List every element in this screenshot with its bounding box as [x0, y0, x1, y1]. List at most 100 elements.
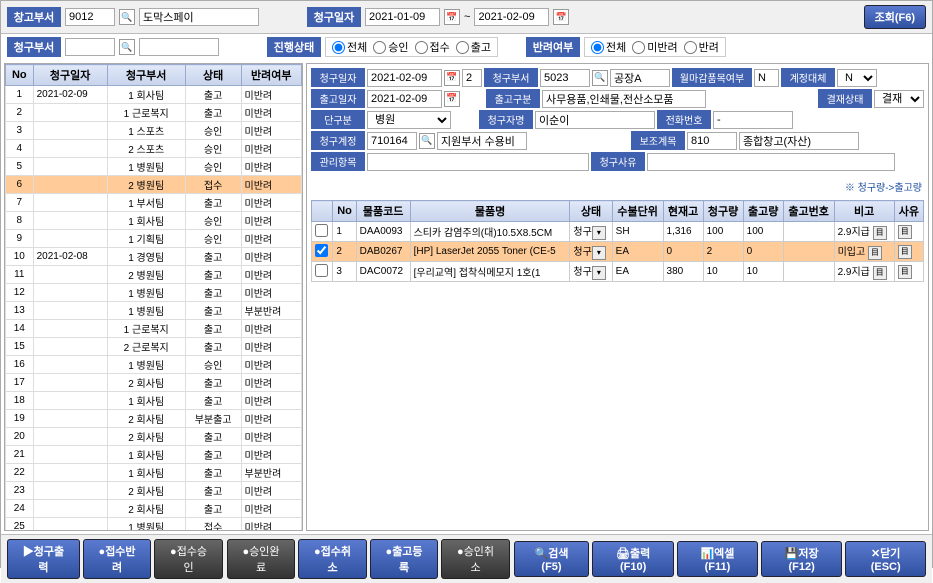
d-pay-status-sel[interactable]: 결재 [874, 90, 924, 108]
search-icon-4[interactable]: 🔍 [592, 70, 608, 86]
reason-btn-icon[interactable]: 目 [898, 265, 912, 279]
search-icon-6[interactable]: 🔍 [419, 133, 435, 149]
detail-col-header[interactable]: 물품명 [410, 201, 570, 222]
calendar-icon-5[interactable]: 📅 [444, 91, 460, 107]
table-row[interactable]: 1DAA0093스티카 감염주의(대)10.5X8.5CM청구▾SH1,3161… [312, 222, 924, 242]
reason-btn-icon[interactable]: 目 [898, 225, 912, 239]
d-phone[interactable] [713, 111, 793, 129]
left-col-header[interactable]: 반려여부 [241, 65, 301, 86]
table-row[interactable]: 141 근로복지출고미반려 [6, 320, 302, 338]
table-row[interactable]: 242 회사팀출고미반려 [6, 500, 302, 518]
table-row[interactable]: 161 병원팀승인미반려 [6, 356, 302, 374]
d-req-date[interactable] [367, 69, 442, 87]
table-row[interactable]: 21 근로복지출고미반려 [6, 104, 302, 122]
d-account-sel[interactable]: N [837, 69, 877, 87]
d-issue-type[interactable] [542, 90, 706, 108]
table-row[interactable]: 202 회사팀출고미반려 [6, 428, 302, 446]
calendar-icon-2[interactable]: 📅 [553, 9, 569, 25]
detail-col-header[interactable]: No [333, 201, 356, 222]
detail-col-header[interactable]: 상태 [570, 201, 612, 222]
remark-btn-icon[interactable]: 目 [873, 226, 887, 240]
excel-f11-button[interactable]: 📊엑셀(F11) [677, 541, 758, 577]
table-row[interactable]: 51 병원팀승인미반려 [6, 158, 302, 176]
left-col-header[interactable]: 청구일자 [33, 65, 107, 86]
issue-reg-button[interactable]: ●출고등록 [370, 539, 439, 579]
table-row[interactable]: 102021-02-081 경영팀출고미반려 [6, 248, 302, 266]
row-checkbox[interactable] [315, 264, 328, 277]
table-row[interactable]: 232 회사팀출고미반려 [6, 482, 302, 500]
detail-col-header[interactable]: 물품코드 [356, 201, 410, 222]
req-return-button[interactable]: ●접수반려 [83, 539, 152, 579]
table-row[interactable]: 131 병원팀출고부분반려 [6, 302, 302, 320]
table-row[interactable]: 3DAC0072[우리교역] 접착식메모지 1호(1청구▾EA38010102.… [312, 262, 924, 282]
calendar-icon-3[interactable]: 📅 [444, 70, 460, 86]
table-row[interactable]: 211 회사팀출고미반려 [6, 446, 302, 464]
detail-col-header[interactable]: 출고번호 [783, 201, 834, 222]
detail-col-header[interactable]: 청구량 [703, 201, 743, 222]
detail-col-header[interactable]: 사유 [894, 201, 923, 222]
remark-btn-icon[interactable]: 目 [868, 246, 882, 260]
close-esc-button[interactable]: ✕닫기(ESC) [845, 541, 926, 577]
reason-btn-icon[interactable]: 目 [898, 245, 912, 259]
left-col-header[interactable]: 청구부서 [107, 65, 185, 86]
req-dept-search-icon[interactable]: 🔍 [119, 39, 135, 55]
table-row[interactable]: 71 부서팀출고미반려 [6, 194, 302, 212]
table-row[interactable]: 62 병원팀접수미반려 [6, 176, 302, 194]
return-all-radio[interactable] [591, 41, 604, 54]
warehouse-code-input[interactable] [65, 8, 115, 26]
table-row[interactable]: 152 근로복지출고미반려 [6, 338, 302, 356]
table-row[interactable]: 121 병원팀출고미반려 [6, 284, 302, 302]
calendar-icon[interactable]: 📅 [444, 9, 460, 25]
save-f12-button[interactable]: 💾저장(F12) [761, 541, 842, 577]
detail-col-header[interactable] [312, 201, 333, 222]
table-row[interactable]: 221 회사팀출고부분반려 [6, 464, 302, 482]
table-row[interactable]: 192 회사팀부분출고미반려 [6, 410, 302, 428]
table-row[interactable]: 81 회사팀승인미반려 [6, 212, 302, 230]
d-budget-name[interactable] [437, 132, 527, 150]
d-unit-sel[interactable]: 병원 [367, 111, 451, 129]
return-yes-radio[interactable] [684, 41, 697, 54]
status-receipt-radio[interactable] [415, 41, 428, 54]
date-to-input[interactable] [474, 8, 549, 26]
date-from-input[interactable] [365, 8, 440, 26]
print-f10-button[interactable]: 🖨출력(F10) [592, 541, 674, 577]
d-budget-code[interactable] [367, 132, 417, 150]
detail-grid[interactable]: No물품코드물품명상태수불단위현재고청구량출고량출고번호비고사유1DAA0093… [311, 200, 924, 526]
search-f5-button[interactable]: 🔍검색(F5) [514, 541, 589, 577]
d-req-dept-code[interactable] [540, 69, 590, 87]
req-print-button[interactable]: ▶청구출력 [7, 539, 80, 579]
req-dept-input[interactable] [65, 38, 115, 56]
return-radio-group[interactable]: 전체 미반려 반려 [584, 37, 726, 57]
d-close-val[interactable] [754, 69, 779, 87]
row-checkbox[interactable] [315, 244, 328, 257]
remark-btn-icon[interactable]: 目 [873, 266, 887, 280]
d-req-dept-name[interactable] [610, 69, 670, 87]
table-row[interactable]: 172 회사팀출고미반려 [6, 374, 302, 392]
left-col-header[interactable]: 상태 [185, 65, 241, 86]
table-row[interactable]: 12021-02-091 회사팀출고미반려 [6, 86, 302, 104]
table-row[interactable]: 42 스포츠승인미반려 [6, 140, 302, 158]
req-dept-name-input[interactable] [139, 38, 219, 56]
status-radio-group[interactable]: 전체 승인 접수 출고 [325, 37, 498, 57]
d-req-seq[interactable] [462, 69, 482, 87]
status-btn-icon[interactable]: ▾ [592, 266, 606, 280]
row-checkbox[interactable] [315, 224, 328, 237]
return-no-radio[interactable] [632, 41, 645, 54]
d-location-name[interactable] [739, 132, 859, 150]
search-button[interactable]: 조회(F6) [864, 5, 926, 29]
d-req-name[interactable] [535, 111, 655, 129]
detail-col-header[interactable]: 현재고 [663, 201, 703, 222]
detail-col-header[interactable]: 출고량 [743, 201, 783, 222]
left-col-header[interactable]: No [6, 65, 34, 86]
table-row[interactable]: 2DAB0267[HP] LaserJet 2055 Toner (CE-5청구… [312, 242, 924, 262]
table-row[interactable]: 181 회사팀출고미반려 [6, 392, 302, 410]
warehouse-name-input[interactable] [139, 8, 259, 26]
table-row[interactable]: 112 병원팀출고미반려 [6, 266, 302, 284]
table-row[interactable]: 251 병원팀접수미반려 [6, 518, 302, 531]
detail-col-header[interactable]: 수불단위 [612, 201, 663, 222]
status-issue-radio[interactable] [456, 41, 469, 54]
warehouse-search-icon[interactable]: 🔍 [119, 9, 135, 25]
d-remark[interactable] [367, 153, 589, 171]
status-approve-radio[interactable] [373, 41, 386, 54]
cancel-button[interactable]: ●접수취소 [298, 539, 367, 579]
